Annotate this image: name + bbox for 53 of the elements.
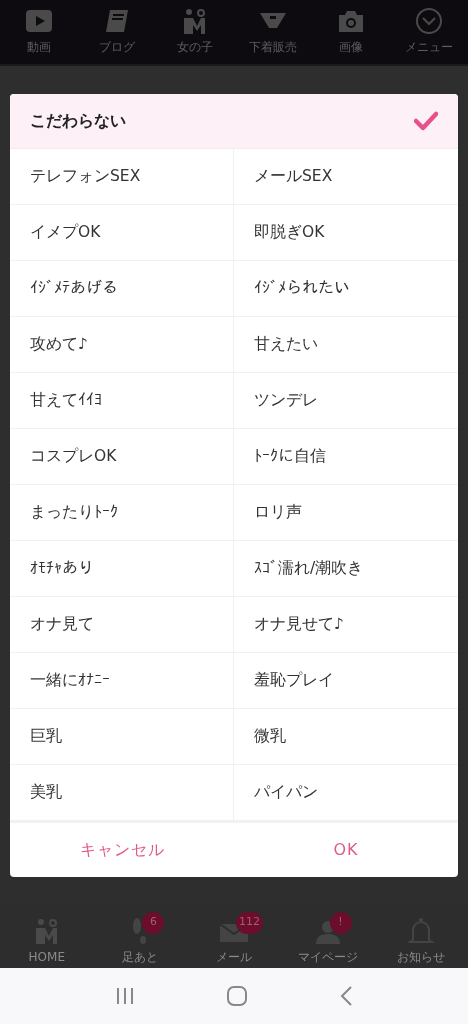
option-cell[interactable]: 即脱ぎOK xyxy=(234,204,458,261)
option-cell[interactable]: テレフォンSEX xyxy=(10,148,234,205)
bell-icon xyxy=(405,915,438,946)
option-cell[interactable]: ｲｼﾞﾒﾃあげる xyxy=(10,260,234,317)
option-cell[interactable]: ｽｺﾞ濡れ/潮吹き xyxy=(234,540,458,597)
nav-tab[interactable]: お知らせ xyxy=(374,905,468,969)
nav-label: 画像 xyxy=(339,39,363,56)
count-badge: 6 xyxy=(142,911,165,934)
check-icon xyxy=(414,110,438,131)
option-cell[interactable]: 甘えたい xyxy=(234,316,458,373)
nav-label: メニュー xyxy=(405,39,453,56)
option-cell[interactable]: ﾄｰｸに自信 xyxy=(234,428,458,485)
option-cell[interactable]: 微乳 xyxy=(234,708,458,765)
option-cell[interactable]: 羞恥プレイ xyxy=(234,652,458,709)
option-cell[interactable]: 一緒にｵﾅﾆｰ xyxy=(10,652,234,709)
option-cell[interactable]: まったりﾄｰｸ xyxy=(10,484,234,541)
dialog-button[interactable]: OK xyxy=(234,822,458,877)
option-cell[interactable]: パイパン xyxy=(234,764,458,821)
option-cell[interactable]: 甘えてｲｲﾖ xyxy=(10,372,234,429)
count-badge: 112 xyxy=(236,911,263,934)
home-icon[interactable] xyxy=(226,985,248,1008)
nav-tab[interactable]: 112 メール xyxy=(187,905,281,969)
nav-label: マイページ xyxy=(297,948,358,966)
option-cell[interactable]: イメプOK xyxy=(10,204,234,261)
recent-apps-icon[interactable] xyxy=(115,987,136,1006)
option-cell[interactable]: ロリ声 xyxy=(234,484,458,541)
option-cell[interactable]: ツンデレ xyxy=(234,372,458,429)
option-cell[interactable]: 巨乳 xyxy=(10,708,234,765)
option-cell[interactable]: オナ見せて♪ xyxy=(234,596,458,653)
option-cell[interactable]: 美乳 xyxy=(10,764,234,821)
nav-tab[interactable]: 6 足あと xyxy=(93,905,188,969)
option-row[interactable]: こだわらない xyxy=(10,93,458,149)
nav-label: メール xyxy=(216,948,252,966)
option-cell[interactable]: メールSEX xyxy=(234,148,458,205)
option-cell[interactable]: 攻めて♪ xyxy=(10,316,234,373)
option-label: こだわらない xyxy=(30,109,126,132)
nav-label: 足あと xyxy=(122,948,159,966)
back-icon[interactable] xyxy=(338,985,353,1008)
count-badge: ! xyxy=(329,911,352,934)
option-cell[interactable]: ｵﾓﾁｬあり xyxy=(10,540,234,597)
nav-label: 下着販売 xyxy=(249,39,297,56)
nav-label: 動画 xyxy=(27,39,51,56)
nav-tab[interactable]: HOME xyxy=(0,905,94,969)
nav-label: HOME xyxy=(28,948,65,966)
nav-label: ブログ xyxy=(99,39,135,56)
nav-label: 女の子 xyxy=(177,39,213,56)
option-cell[interactable]: ｲｼﾞﾒられたい xyxy=(234,260,458,317)
option-cell[interactable]: コスプレOK xyxy=(10,428,234,485)
dialog-button[interactable]: キャンセル xyxy=(10,822,234,877)
option-cell[interactable]: オナ見て xyxy=(10,596,234,653)
menu-icon xyxy=(413,6,445,36)
nav-label: お知らせ xyxy=(397,948,446,966)
nav-tab[interactable]: ! マイページ xyxy=(280,905,375,969)
